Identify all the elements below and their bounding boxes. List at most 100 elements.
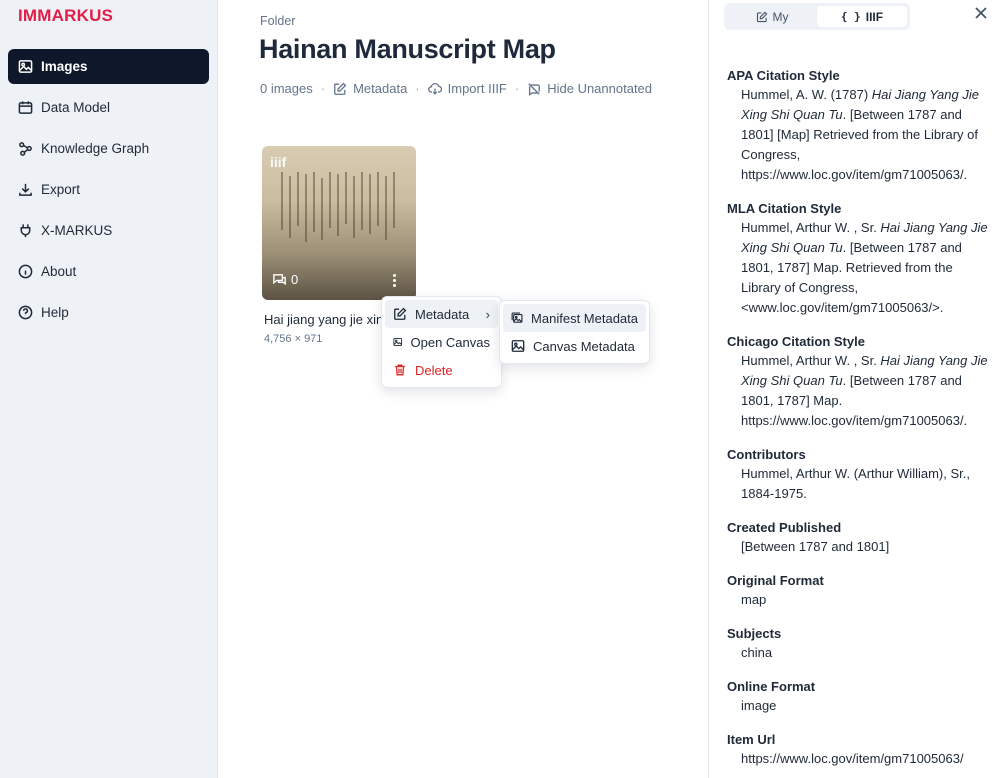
image-card[interactable]: iiif 0	[262, 146, 416, 300]
sidebar-item-knowledge-graph[interactable]: Knowledge Graph	[8, 131, 209, 166]
images-icon	[511, 312, 523, 323]
panel-tabs: My { } IIIF	[724, 3, 910, 30]
close-icon	[975, 7, 987, 19]
comment-count: 0	[272, 272, 298, 287]
sidebar-item-label: X-MARKUS	[41, 223, 113, 238]
metadata-entry-apa: APA Citation Style Hummel, A. W. (1787) …	[727, 66, 995, 185]
sidebar-nav: Images Data Model Knowledge Graph Export…	[8, 49, 209, 336]
hide-unannotated-button[interactable]: Hide Unannotated	[527, 81, 652, 96]
plug-icon	[17, 223, 33, 239]
import-label: Import IIIF	[447, 81, 507, 96]
sidebar-item-label: Data Model	[41, 100, 111, 115]
menu-item-open-canvas[interactable]: Open Canvas	[385, 328, 498, 356]
sidebar-item-images[interactable]: Images	[8, 49, 209, 84]
brand-logo[interactable]: IMMARKUS	[18, 6, 113, 26]
trash-icon	[395, 364, 405, 376]
breadcrumb[interactable]: Folder	[260, 14, 295, 28]
sidebar-item-label: About	[41, 264, 77, 279]
sidebar-item-x-markus[interactable]: X-MARKUS	[8, 213, 209, 248]
menu-item-manifest-metadata[interactable]: Manifest Metadata	[503, 304, 646, 332]
metadata-submenu: Manifest Metadata Canvas Metadata	[499, 300, 650, 364]
menu-item-label: Manifest Metadata	[531, 310, 638, 326]
images-count: 0 images	[260, 81, 313, 96]
metadata-entry-url: Item Url https://www.loc.gov/item/gm7100…	[727, 730, 995, 769]
separator-dot: ·	[415, 81, 420, 96]
menu-item-canvas-metadata[interactable]: Canvas Metadata	[503, 332, 646, 360]
sidebar-item-help[interactable]: Help	[8, 295, 209, 330]
sidebar-item-label: Help	[41, 305, 69, 320]
sidebar-item-about[interactable]: About	[8, 254, 209, 289]
sidebar-item-label: Knowledge Graph	[41, 141, 150, 156]
graph-icon	[17, 141, 33, 157]
metadata-value[interactable]: [Between 1787 and 1801]	[727, 537, 995, 557]
hide-label: Hide Unannotated	[547, 81, 653, 96]
metadata-value[interactable]: Hummel, Arthur W. , Sr. Hai Jiang Yang J…	[727, 218, 995, 318]
metadata-label: Metadata	[353, 81, 408, 96]
metadata-entry-created: Created Published [Between 1787 and 1801…	[727, 518, 995, 557]
sidebar: IMMARKUS Images Data Model Knowledge Gra…	[0, 0, 218, 778]
image-icon	[17, 59, 33, 75]
menu-item-label: Canvas Metadata	[533, 338, 635, 354]
separator-dot: ·	[320, 81, 326, 96]
context-menu: Metadata › Open Canvas Delete	[381, 296, 502, 388]
tab-iiif[interactable]: { } IIIF	[817, 6, 907, 27]
metadata-value[interactable]: Hummel, Arthur W. , Sr. Hai Jiang Yang J…	[727, 351, 995, 431]
info-icon	[17, 264, 33, 280]
braces-icon: { }	[840, 10, 861, 23]
metadata-label: MLA Citation Style	[727, 201, 842, 216]
sidebar-item-export[interactable]: Export	[8, 172, 209, 207]
tab-my[interactable]: My	[727, 6, 817, 27]
page-title: Hainan Manuscript Map	[259, 34, 556, 64]
edit-icon	[334, 82, 347, 95]
metadata-label: Original Format	[727, 573, 824, 588]
sidebar-item-label: Export	[41, 182, 81, 197]
metadata-panel: My { } IIIF APA Citation Style Hummel, A…	[708, 0, 1000, 778]
metadata-entry-format: Original Format map	[727, 571, 995, 610]
close-button[interactable]	[974, 6, 992, 24]
image-icon	[393, 337, 403, 347]
image-dimensions: 4,756 × 971	[264, 333, 323, 345]
edit-icon	[394, 307, 407, 320]
menu-item-delete[interactable]: Delete	[385, 356, 498, 384]
metadata-value[interactable]: map	[727, 590, 995, 610]
metadata-label: Contributors	[727, 447, 806, 462]
tab-label: My	[772, 9, 789, 24]
metadata-value[interactable]: https://www.loc.gov/item/gm71005063/	[727, 749, 995, 769]
tab-label: IIIF	[865, 9, 884, 24]
metadata-value[interactable]: Hummel, A. W. (1787) Hai Jiang Yang Jie …	[727, 85, 995, 185]
metadata-entry-mla: MLA Citation Style Hummel, Arthur W. , S…	[727, 199, 995, 318]
metadata-entry-online: Online Format image	[727, 677, 995, 716]
metadata-entry-contributors: Contributors Hummel, Arthur W. (Arthur W…	[727, 445, 995, 504]
separator-dot: ·	[514, 81, 520, 96]
metadata-value[interactable]: image	[727, 696, 995, 716]
help-icon	[17, 305, 33, 321]
metadata-list: APA Citation Style Hummel, A. W. (1787) …	[727, 66, 995, 778]
download-icon	[17, 182, 33, 198]
metadata-label: Chicago Citation Style	[727, 334, 865, 349]
main-content: Folder Hainan Manuscript Map 0 images · …	[218, 0, 708, 778]
menu-item-metadata[interactable]: Metadata ›	[385, 300, 498, 328]
metadata-value[interactable]: china	[727, 643, 995, 663]
more-options-icon[interactable]	[386, 271, 402, 289]
sidebar-item-label: Images	[41, 59, 88, 74]
image-name[interactable]: Hai jiang yang jie xing shi quan tu	[264, 312, 384, 327]
metadata-label: Item Url	[727, 732, 776, 747]
menu-item-label: Delete	[415, 362, 453, 378]
calendar-icon	[17, 100, 33, 116]
metadata-entry-subjects: Subjects china	[727, 624, 995, 663]
menu-item-label: Open Canvas	[410, 334, 491, 350]
import-iiif-button[interactable]: Import IIIF	[427, 81, 507, 96]
image-icon	[511, 340, 525, 352]
comment-off-icon	[528, 82, 541, 96]
sidebar-item-data-model[interactable]: Data Model	[8, 90, 209, 125]
edit-icon	[756, 11, 767, 22]
cloud-download-icon	[427, 82, 442, 95]
metadata-entry-chicago: Chicago Citation Style Hummel, Arthur W.…	[727, 332, 995, 431]
metadata-button[interactable]: Metadata	[333, 81, 407, 96]
comment-count-value: 0	[291, 272, 299, 287]
metadata-label: Subjects	[727, 626, 782, 641]
chevron-right-icon: ›	[485, 306, 490, 322]
iiif-badge: iiif	[270, 154, 287, 170]
comments-icon	[273, 274, 286, 286]
metadata-value[interactable]: Hummel, Arthur W. (Arthur William), Sr.,…	[727, 464, 995, 504]
